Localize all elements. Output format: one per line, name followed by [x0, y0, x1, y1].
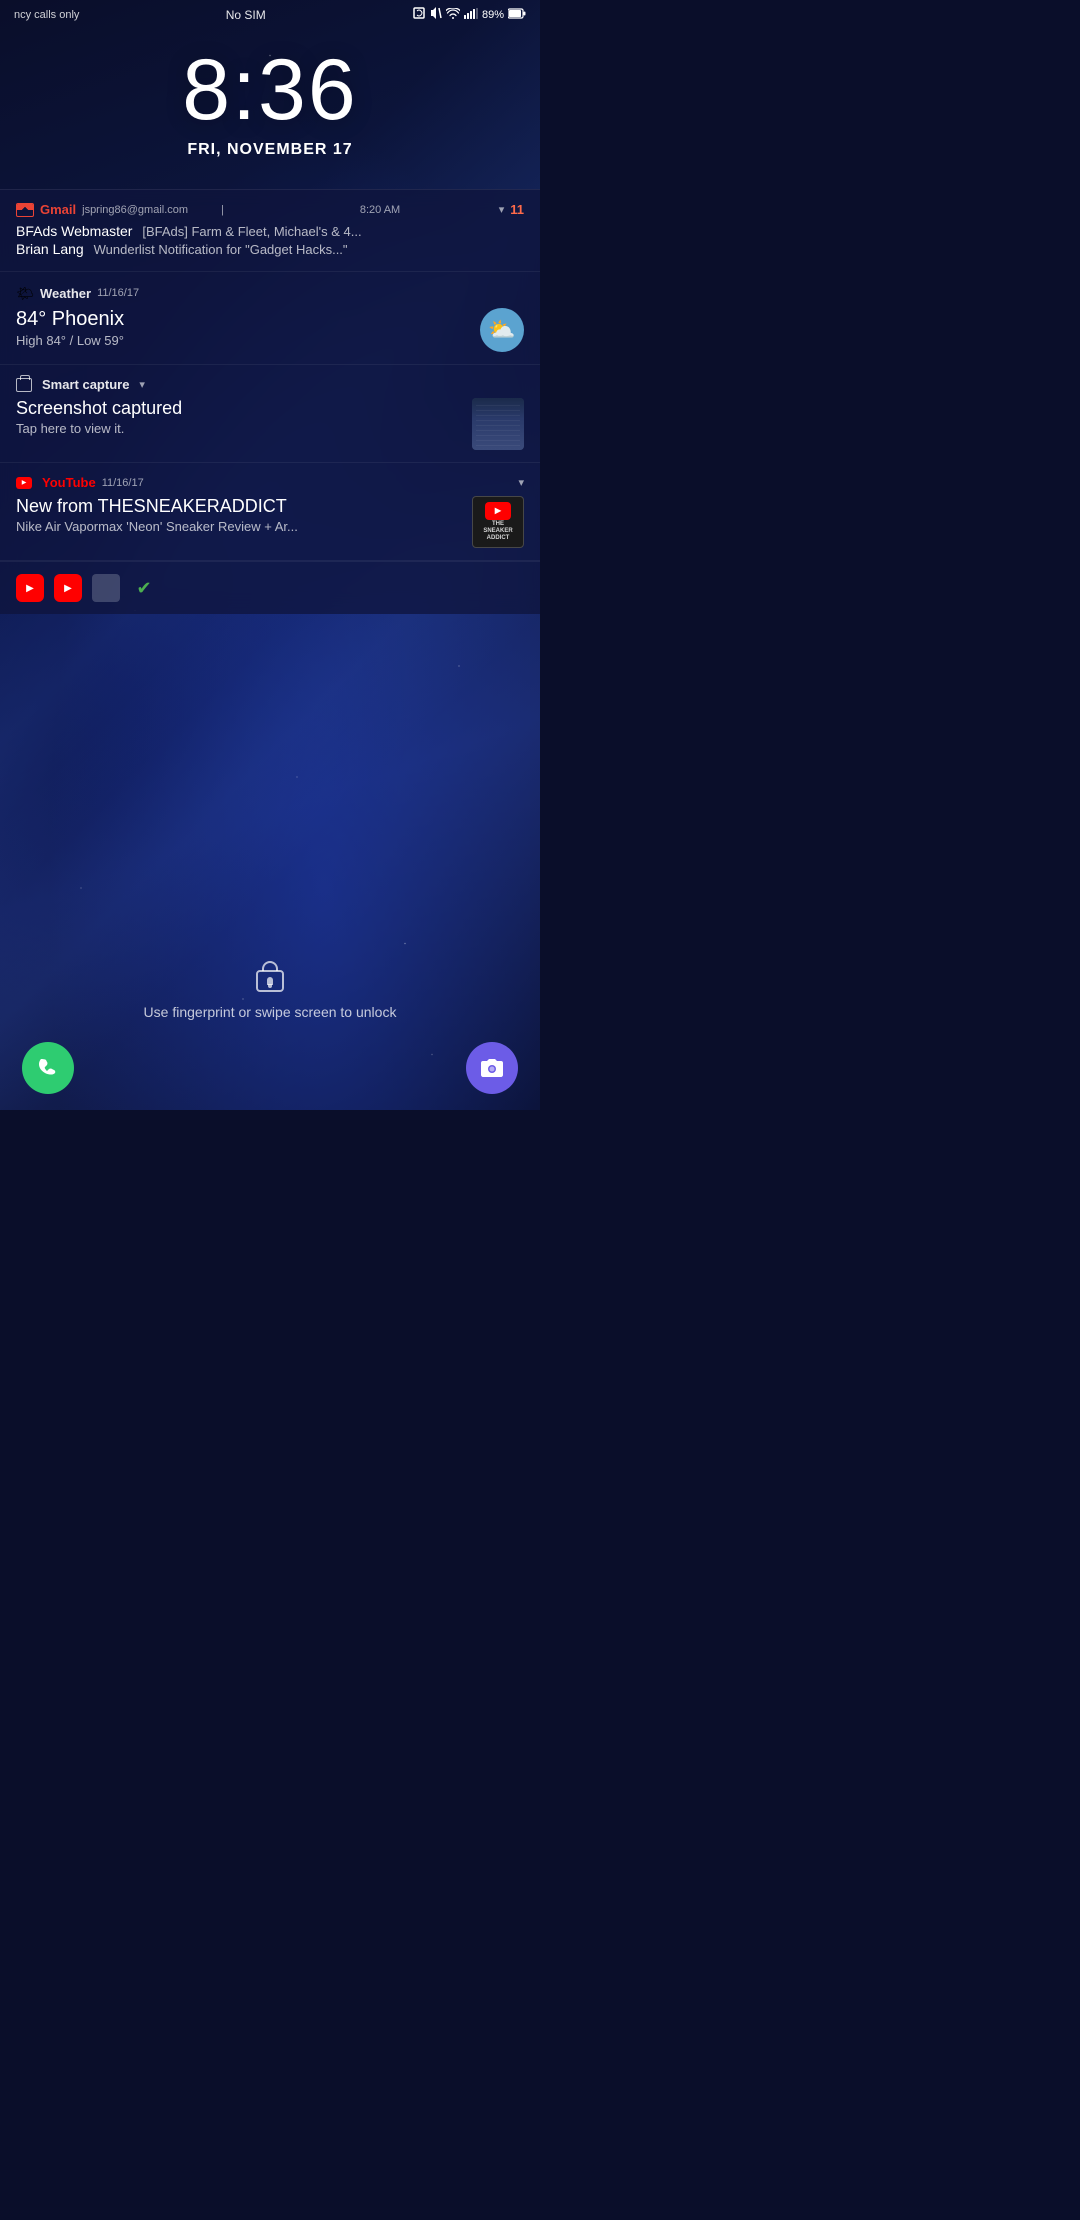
status-carrier: ncy calls only: [14, 9, 79, 21]
weather-notification[interactable]: 🌤 Weather 11/16/17 84° Phoenix High 84° …: [0, 272, 540, 365]
gmail-subject1: [BFAds] Farm & Fleet, Michael's & 4...: [142, 224, 361, 239]
status-bar: ncy calls only No SIM: [0, 0, 540, 27]
weather-bubble-icon: ⛅: [480, 308, 524, 352]
gmail-sender1: BFAds Webmaster: [16, 223, 132, 239]
gmail-msg1: BFAds Webmaster [BFAds] Farm & Fleet, Mi…: [16, 223, 524, 239]
tray-youtube2-icon[interactable]: [54, 574, 82, 602]
smart-capture-app-name: Smart capture: [42, 377, 129, 392]
gmail-notification[interactable]: Gmail jspring86@gmail.com | 8:20 AM ▾ 11…: [0, 190, 540, 272]
battery-icon: [508, 8, 526, 22]
youtube-thumb-logo: [485, 502, 511, 520]
gmail-email: jspring86@gmail.com: [82, 204, 215, 216]
weather-temp: 84° Phoenix: [16, 308, 470, 331]
screenshot-subtitle: Tap here to view it.: [16, 421, 462, 436]
clock-time: 8:36: [182, 47, 357, 133]
tray-youtube1-icon[interactable]: [16, 574, 44, 602]
clock-area: 8:36 FRI, NOVEMBER 17: [0, 27, 540, 189]
screenshot-title: Screenshot captured: [16, 398, 462, 419]
youtube-thumbnail: THESNEAKERADDICT: [472, 496, 524, 548]
lock-keyhole: [267, 977, 273, 985]
screenshot-thumbnail: [472, 398, 524, 450]
gmail-sender2: Brian Lang: [16, 241, 84, 257]
weather-text: 84° Phoenix High 84° / Low 59°: [16, 308, 470, 348]
youtube-date: 11/16/17: [102, 477, 513, 489]
gmail-time: 8:20 AM: [360, 204, 493, 216]
lock-area: Use fingerprint or swipe screen to unloc…: [0, 614, 540, 1110]
wifi-icon: [446, 8, 460, 22]
gmail-icon: [16, 203, 34, 217]
youtube-subtitle: Nike Air Vapormax 'Neon' Sneaker Review …: [16, 519, 462, 534]
gmail-chevron: ▾: [499, 203, 505, 216]
phone-button[interactable]: [22, 1042, 74, 1094]
lock-body: [256, 970, 284, 992]
lock-icon: [256, 961, 284, 992]
camera-capture-icon: [16, 378, 32, 392]
notification-app-tray: ✔: [0, 561, 540, 614]
youtube-thumb-text: THESNEAKERADDICT: [483, 521, 512, 543]
status-sim: No SIM: [226, 8, 266, 22]
smart-capture-chevron: ▾: [139, 378, 145, 391]
smart-capture-notification[interactable]: Smart capture ▾ Screenshot captured Tap …: [0, 365, 540, 463]
tray-grid-icon[interactable]: [92, 574, 120, 602]
tray-check-icon[interactable]: ✔: [130, 574, 158, 602]
weather-app-name: Weather: [40, 286, 91, 301]
youtube-chevron: ▾: [518, 476, 524, 489]
weather-body: 84° Phoenix High 84° / Low 59° ⛅: [16, 308, 524, 352]
gmail-body: BFAds Webmaster [BFAds] Farm & Fleet, Mi…: [16, 223, 524, 259]
youtube-notification[interactable]: YouTube 11/16/17 ▾ New from THESNEAKERAD…: [0, 463, 540, 561]
lock-message: Use fingerprint or swipe screen to unloc…: [144, 1004, 397, 1020]
battery-percent: 89%: [482, 9, 504, 21]
weather-range: High 84° / Low 59°: [16, 333, 470, 348]
status-icons: 89%: [412, 6, 526, 23]
weather-date: 11/16/17: [97, 287, 524, 299]
bottom-dock: [0, 1042, 540, 1110]
youtube-icon: [16, 477, 32, 489]
gmail-badge: 11: [510, 202, 524, 217]
gmail-subject2: Wunderlist Notification for "Gadget Hack…: [94, 242, 348, 257]
clock-date: FRI, NOVEMBER 17: [187, 141, 352, 159]
smart-capture-text: Screenshot captured Tap here to view it.: [16, 398, 462, 436]
mute-icon: [430, 6, 442, 23]
youtube-text: New from THESNEAKERADDICT Nike Air Vapor…: [16, 496, 462, 534]
signal-icon: [464, 8, 478, 22]
smart-capture-body: Screenshot captured Tap here to view it.: [16, 398, 524, 450]
youtube-app-name: YouTube: [42, 475, 96, 490]
weather-icon: 🌤: [16, 284, 34, 302]
youtube-body: New from THESNEAKERADDICT Nike Air Vapor…: [16, 496, 524, 548]
gmail-messages: BFAds Webmaster [BFAds] Farm & Fleet, Mi…: [16, 223, 524, 259]
camera-button[interactable]: [466, 1042, 518, 1094]
nfc-icon: [412, 6, 426, 23]
gmail-app-name: Gmail: [40, 202, 76, 217]
youtube-title: New from THESNEAKERADDICT: [16, 496, 462, 517]
notifications-panel: Gmail jspring86@gmail.com | 8:20 AM ▾ 11…: [0, 189, 540, 614]
gmail-separator: |: [221, 204, 354, 216]
lock-screen: ncy calls only No SIM: [0, 0, 540, 1110]
gmail-msg2: Brian Lang Wunderlist Notification for "…: [16, 241, 524, 257]
